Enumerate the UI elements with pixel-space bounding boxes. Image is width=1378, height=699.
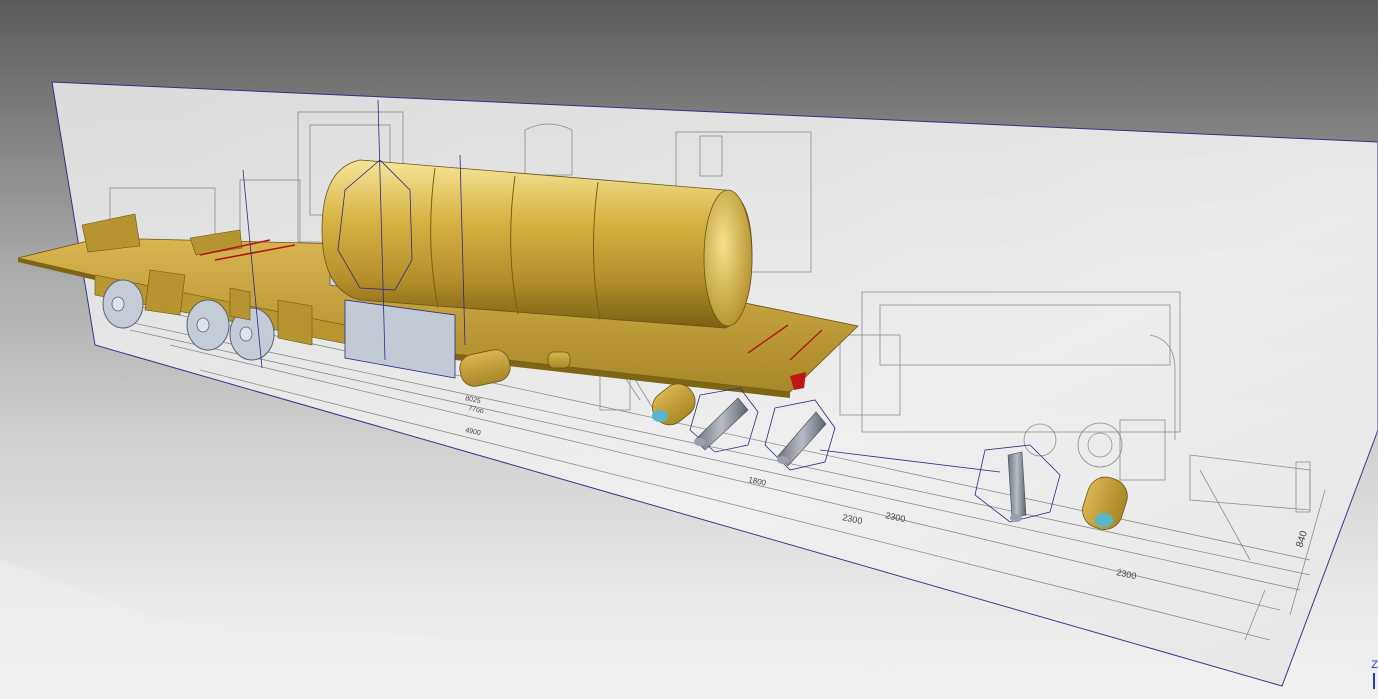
wheel-hub [239, 326, 253, 342]
spring-block[interactable] [144, 269, 186, 316]
model-scene[interactable]: 2300 2300 2300 1800 840 4900 8025 77oo [0, 0, 1378, 699]
wheel-hub [111, 296, 125, 312]
cylinder-bore [1095, 513, 1113, 527]
cylinder-bore [652, 410, 668, 422]
spring-block[interactable] [229, 287, 251, 321]
axis-z-label: Z [1371, 659, 1378, 671]
axis-triad[interactable]: Z [1368, 659, 1378, 689]
cylinder-small[interactable] [547, 351, 571, 369]
spring-block[interactable] [277, 299, 313, 346]
3d-viewport[interactable]: 2300 2300 2300 1800 840 4900 8025 77oo Z [0, 0, 1378, 699]
wheel-hub [196, 317, 210, 333]
axis-z-line [1373, 673, 1375, 689]
tank-end-cap[interactable] [703, 189, 753, 327]
